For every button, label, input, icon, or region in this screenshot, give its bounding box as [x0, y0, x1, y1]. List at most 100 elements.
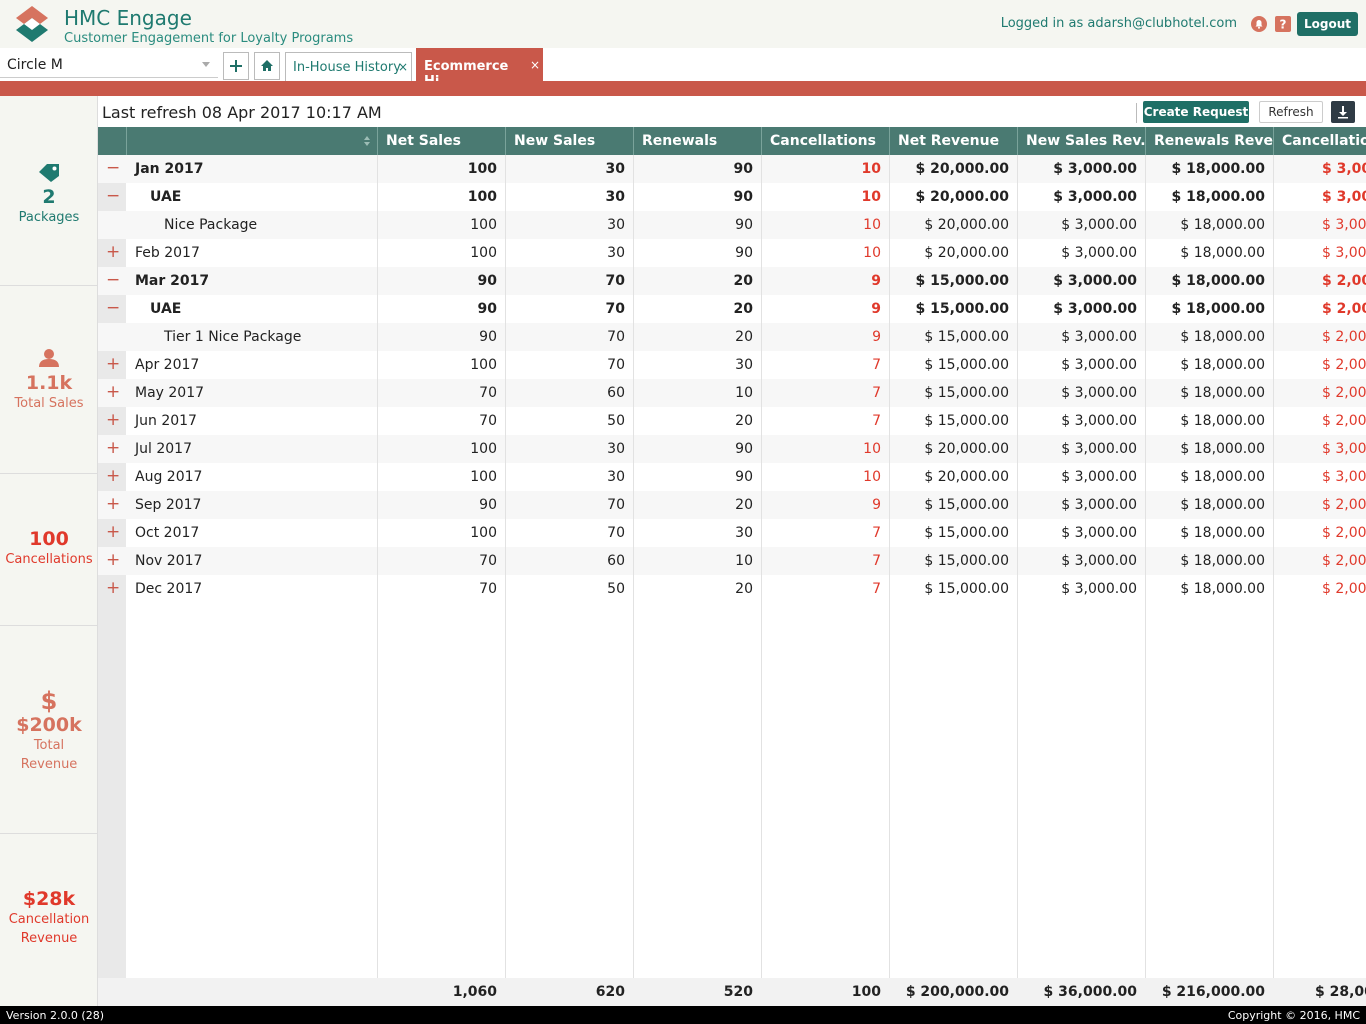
- collapse-icon[interactable]: −: [106, 299, 120, 317]
- toolbar-divider: [1136, 103, 1137, 123]
- collapse-icon[interactable]: −: [106, 187, 120, 205]
- table-cell: $ 15,000.00: [924, 553, 1009, 569]
- home-icon: [261, 60, 273, 71]
- expand-icon[interactable]: +: [106, 523, 120, 541]
- expand-icon[interactable]: +: [106, 411, 120, 429]
- total-revenue-value: $200k: [16, 714, 82, 736]
- table-cell: $ 18,000.00: [1180, 413, 1265, 429]
- cancellations-label: Cancellations: [5, 552, 93, 567]
- table-row[interactable]: − UAE 90 70 20 9 $ 15,000.00 $ 3,000.00 $ 18,000…: [98, 295, 1366, 323]
- table-cell: 9: [872, 497, 881, 513]
- table-cell: $ 15,000.00: [924, 385, 1009, 401]
- table-row[interactable]: Nice Package 100 30 90 10 $ 20,000.00 $ 3,000.…: [98, 211, 1366, 239]
- users-icon: [39, 349, 59, 367]
- circle-selector-value: Circle M: [7, 57, 63, 73]
- close-icon[interactable]: ×: [398, 60, 408, 74]
- table-row[interactable]: − Jan 2017 100 30 90 10 $ 20,000.00 $ 3,000.00 $…: [98, 155, 1366, 183]
- column-divider: [1273, 155, 1274, 1006]
- table-cell: 100: [470, 525, 497, 541]
- column-header-new-sales[interactable]: New Sales: [505, 127, 633, 155]
- table-cell: $ 3,000.00: [1061, 441, 1137, 457]
- expand-icon[interactable]: +: [106, 467, 120, 485]
- refresh-button[interactable]: Refresh: [1259, 101, 1323, 123]
- table-cell: $ 3,000.00: [1061, 581, 1137, 597]
- row-label: Jan 2017: [135, 161, 204, 177]
- table-cell: $ 15,000.00: [924, 581, 1009, 597]
- column-divider: [1017, 155, 1018, 1006]
- table-cell: 100: [467, 189, 497, 205]
- table-row[interactable]: + Apr 2017 100 70 30 7 $ 15,000.00 $ 3,000.00 $ …: [98, 351, 1366, 379]
- table-cell: $ 18,000.00: [1171, 161, 1265, 177]
- table-row[interactable]: + Aug 2017 100 30 90 10 $ 20,000.00 $ 3,000.00 $…: [98, 463, 1366, 491]
- table-cell: $ 3,000.00: [1061, 525, 1137, 541]
- add-tab-button[interactable]: [223, 52, 249, 80]
- table-cell: $ 3,000.00: [1061, 245, 1137, 261]
- total-sales-value: 1.1k: [25, 372, 73, 394]
- collapse-icon[interactable]: −: [106, 271, 120, 289]
- copyright-text: Copyright © 2016, HMC: [1227, 1009, 1360, 1022]
- table-cell: 60: [607, 385, 625, 401]
- table-cell: $ 2,00: [1322, 301, 1366, 317]
- table-row[interactable]: + Jul 2017 100 30 90 10 $ 20,000.00 $ 3,000.00 $…: [98, 435, 1366, 463]
- expand-icon[interactable]: +: [106, 579, 120, 597]
- table-row[interactable]: + Dec 2017 70 50 20 7 $ 15,000.00 $ 3,000.00 $ 1…: [98, 575, 1366, 603]
- expand-icon[interactable]: +: [106, 439, 120, 457]
- home-button[interactable]: [254, 52, 280, 80]
- column-header-net-revenue[interactable]: Net Revenue: [889, 127, 1017, 155]
- row-label: Jul 2017: [135, 441, 192, 457]
- table-cell: 90: [479, 329, 497, 345]
- table-row[interactable]: + Nov 2017 70 60 10 7 $ 15,000.00 $ 3,000.00 $ 1…: [98, 547, 1366, 575]
- collapse-icon[interactable]: −: [106, 159, 120, 177]
- column-divider: [889, 155, 890, 1006]
- table-cell: 7: [872, 385, 881, 401]
- close-icon[interactable]: ×: [530, 58, 540, 72]
- table-cell: 10: [863, 217, 881, 233]
- column-header-net-sales[interactable]: Net Sales: [377, 127, 505, 155]
- table-cell: 90: [735, 217, 753, 233]
- table-row[interactable]: + Jun 2017 70 50 20 7 $ 15,000.00 $ 3,000.00 $ 1…: [98, 407, 1366, 435]
- column-divider: [1145, 155, 1146, 1006]
- tab-ecommerce-history[interactable]: Ecommerce Hi... ×: [416, 48, 543, 89]
- circle-selector[interactable]: Circle M: [0, 52, 218, 78]
- table-cell: $ 15,000.00: [924, 357, 1009, 373]
- table-row[interactable]: + Oct 2017 100 70 30 7 $ 15,000.00 $ 3,000.00 $ …: [98, 519, 1366, 547]
- create-request-button[interactable]: Create Request: [1143, 101, 1249, 123]
- row-label: Dec 2017: [135, 581, 203, 597]
- table-row[interactable]: + Sep 2017 90 70 20 9 $ 15,000.00 $ 3,000.00 $ 1…: [98, 491, 1366, 519]
- help-icon[interactable]: ?: [1274, 15, 1292, 33]
- table-cell: 70: [479, 413, 497, 429]
- column-header-cancellation-revenue[interactable]: Cancellation: [1273, 127, 1366, 155]
- table-cell: 30: [607, 217, 625, 233]
- table-cell: $ 2,00: [1322, 273, 1366, 289]
- expand-icon[interactable]: +: [106, 495, 120, 513]
- tab-in-house-history[interactable]: In-House History ×: [285, 52, 412, 82]
- table-row[interactable]: − UAE 100 30 90 10 $ 20,000.00 $ 3,000.00 $ 18,0…: [98, 183, 1366, 211]
- expand-icon[interactable]: +: [106, 243, 120, 261]
- notification-bell-icon[interactable]: [1250, 15, 1268, 33]
- table-row[interactable]: − Mar 2017 90 70 20 9 $ 15,000.00 $ 3,000.00 $ 1…: [98, 267, 1366, 295]
- table-cell: $ 18,000.00: [1180, 553, 1265, 569]
- expand-icon[interactable]: +: [106, 383, 120, 401]
- table-cell: $ 18,000.00: [1180, 497, 1265, 513]
- expand-icon[interactable]: +: [106, 355, 120, 373]
- app-title: HMC Engage: [64, 6, 192, 30]
- column-header-cancellations[interactable]: Cancellations: [761, 127, 889, 155]
- column-header-new-sales-revenue[interactable]: New Sales Rev...: [1017, 127, 1145, 155]
- table-cell: 20: [733, 273, 753, 289]
- table-cell: $ 15,000.00: [924, 413, 1009, 429]
- column-header-renewals[interactable]: Renewals: [633, 127, 761, 155]
- table-cell: 70: [479, 553, 497, 569]
- table-cell: 30: [735, 357, 753, 373]
- download-button[interactable]: [1331, 101, 1355, 123]
- app-footer: Version 2.0.0 (28) Copyright © 2016, HMC: [0, 1006, 1366, 1024]
- cancellation-revenue-label: Revenue: [20, 931, 78, 946]
- table-row[interactable]: Tier 1 Nice Package 90 70 20 9 $ 15,000.00 $ 3…: [98, 323, 1366, 351]
- table-row[interactable]: + Feb 2017 100 30 90 10 $ 20,000.00 $ 3,000.00 $…: [98, 239, 1366, 267]
- column-header-group[interactable]: [126, 127, 376, 155]
- row-label: Nov 2017: [135, 553, 203, 569]
- expand-icon[interactable]: +: [106, 551, 120, 569]
- table-cell: $ 2,00: [1322, 413, 1366, 429]
- table-row[interactable]: + May 2017 70 60 10 7 $ 15,000.00 $ 3,000.00 $ 1…: [98, 379, 1366, 407]
- column-header-renewals-revenue[interactable]: Renewals Reve...: [1145, 127, 1273, 155]
- logout-button[interactable]: Logout: [1297, 12, 1358, 36]
